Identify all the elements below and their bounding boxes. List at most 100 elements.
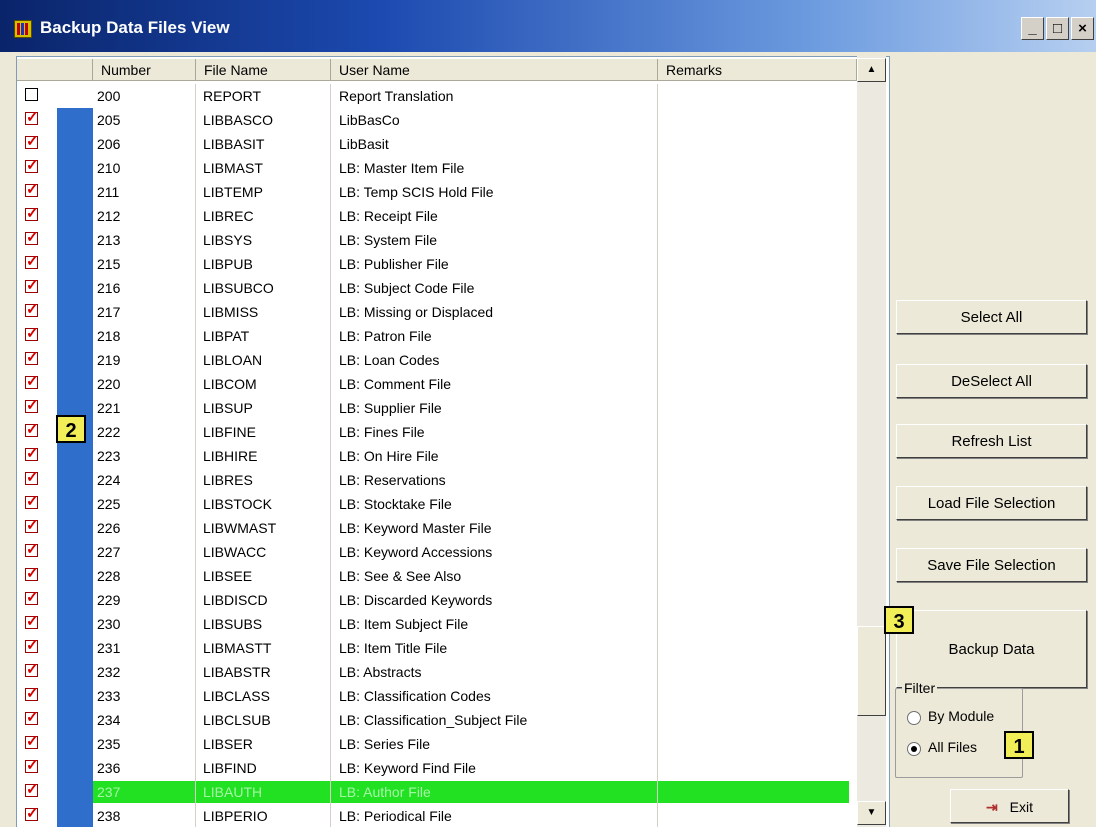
table-row[interactable]: 200 REPORT Report Translation — [17, 84, 857, 108]
file-list[interactable]: Number File Name User Name Remarks 200 RE… — [16, 56, 890, 827]
cell-file-name: LIBAUTH — [203, 784, 263, 800]
scroll-up-icon[interactable]: ▲ — [857, 58, 886, 82]
refresh-list-button[interactable]: Refresh List — [896, 424, 1087, 458]
table-row[interactable]: 210 LIBMAST LB: Master Item File — [17, 156, 857, 180]
cell-user-name: LB: Item Subject File — [339, 616, 469, 632]
row-checkbox[interactable] — [25, 732, 39, 750]
column-header-check[interactable] — [17, 59, 93, 81]
cell-remarks — [665, 756, 855, 780]
by-module-label[interactable]: By Module — [928, 708, 994, 724]
row-checkbox[interactable] — [25, 684, 39, 702]
table-row[interactable]: 225 LIBSTOCK LB: Stocktake File — [17, 492, 857, 516]
table-row[interactable]: 237 LIBAUTH LB: Author File — [17, 780, 857, 804]
row-checkbox[interactable] — [25, 756, 39, 774]
table-row[interactable]: 235 LIBSER LB: Series File — [17, 732, 857, 756]
load-file-selection-button[interactable]: Load File Selection — [896, 486, 1087, 520]
row-checkbox[interactable] — [25, 348, 39, 366]
table-row[interactable]: 232 LIBABSTR LB: Abstracts — [17, 660, 857, 684]
table-row[interactable]: 219 LIBLOAN LB: Loan Codes — [17, 348, 857, 372]
cell-remarks — [665, 636, 855, 660]
row-checkbox[interactable] — [25, 88, 38, 101]
table-row[interactable]: 226 LIBWMAST LB: Keyword Master File — [17, 516, 857, 540]
row-checkbox[interactable] — [25, 180, 39, 198]
table-row[interactable]: 238 LIBPERIO LB: Periodical File — [17, 804, 857, 827]
row-checkbox[interactable] — [25, 372, 39, 390]
table-row[interactable]: 228 LIBSEE LB: See & See Also — [17, 564, 857, 588]
select-all-button[interactable]: Select All — [896, 300, 1087, 334]
row-checkbox[interactable] — [25, 564, 39, 582]
column-header-remarks[interactable]: Remarks — [658, 59, 857, 81]
grid-line — [195, 612, 196, 636]
row-checkbox[interactable] — [25, 612, 39, 630]
row-checkbox[interactable] — [25, 588, 39, 606]
table-row[interactable]: 216 LIBSUBCO LB: Subject Code File — [17, 276, 857, 300]
row-checkbox[interactable] — [25, 108, 39, 126]
row-checkbox[interactable] — [25, 156, 39, 174]
row-checkbox[interactable] — [25, 636, 39, 654]
table-row[interactable]: 220 LIBCOM LB: Comment File — [17, 372, 857, 396]
row-checkbox[interactable] — [25, 780, 39, 798]
row-checkbox[interactable] — [25, 540, 39, 558]
row-checkbox[interactable] — [25, 804, 39, 822]
row-checkbox[interactable] — [25, 276, 39, 294]
scroll-thumb[interactable] — [857, 626, 886, 716]
row-checkbox[interactable] — [25, 252, 39, 270]
row-checkbox[interactable] — [25, 396, 39, 414]
table-row[interactable]: 230 LIBSUBS LB: Item Subject File — [17, 612, 857, 636]
row-color-block — [57, 156, 93, 180]
table-row[interactable]: 218 LIBPAT LB: Patron File — [17, 324, 857, 348]
row-checkbox[interactable] — [25, 204, 39, 222]
column-header-user-name[interactable]: User Name — [331, 59, 658, 81]
close-button[interactable]: × — [1071, 17, 1094, 40]
exit-button[interactable]: ⇥ Exit — [950, 789, 1069, 823]
cell-file-name: LIBFINE — [203, 424, 256, 440]
all-files-radio[interactable] — [907, 742, 921, 756]
table-row[interactable]: 224 LIBRES LB: Reservations — [17, 468, 857, 492]
save-file-selection-button[interactable]: Save File Selection — [896, 548, 1087, 582]
scroll-down-icon[interactable]: ▼ — [857, 801, 886, 825]
row-checkbox[interactable] — [25, 708, 39, 726]
column-header-file-name[interactable]: File Name — [196, 59, 331, 81]
by-module-radio[interactable] — [907, 711, 921, 725]
maximize-button[interactable]: □ — [1046, 17, 1069, 40]
row-checkbox[interactable] — [25, 228, 39, 246]
minimize-button[interactable]: _ — [1021, 17, 1044, 40]
backup-data-button[interactable]: Backup Data — [896, 610, 1087, 688]
callout-badge-1: 1 — [1004, 731, 1034, 759]
table-row[interactable]: 211 LIBTEMP LB: Temp SCIS Hold File — [17, 180, 857, 204]
row-checkbox[interactable] — [25, 492, 39, 510]
row-checkbox[interactable] — [25, 468, 39, 486]
table-row[interactable]: 227 LIBWACC LB: Keyword Accessions — [17, 540, 857, 564]
table-row[interactable]: 212 LIBREC LB: Receipt File — [17, 204, 857, 228]
grid-line — [195, 108, 196, 132]
row-checkbox[interactable] — [25, 516, 39, 534]
row-checkbox[interactable] — [25, 324, 39, 342]
table-row[interactable]: 229 LIBDISCD LB: Discarded Keywords — [17, 588, 857, 612]
row-checkbox[interactable] — [25, 660, 39, 678]
row-checkbox[interactable] — [25, 444, 39, 462]
cell-remarks — [665, 732, 855, 756]
all-files-label[interactable]: All Files — [928, 739, 977, 755]
table-row[interactable]: 223 LIBHIRE LB: On Hire File — [17, 444, 857, 468]
vertical-scrollbar[interactable]: ▲ ▼ — [857, 56, 886, 827]
grid-line — [657, 540, 658, 564]
table-row[interactable]: 234 LIBCLSUB LB: Classification_Subject Fi… — [17, 708, 857, 732]
row-checkbox[interactable] — [25, 420, 39, 438]
deselect-all-button[interactable]: DeSelect All — [896, 364, 1087, 398]
cell-remarks — [665, 588, 855, 612]
table-row[interactable]: 217 LIBMISS LB: Missing or Displaced — [17, 300, 857, 324]
grid-line — [657, 276, 658, 300]
table-row[interactable]: 233 LIBCLASS LB: Classification Codes — [17, 684, 857, 708]
table-row[interactable]: 205 LIBBASCO LibBasCo — [17, 108, 857, 132]
column-header-number[interactable]: Number — [93, 59, 196, 81]
table-row[interactable]: 213 LIBSYS LB: System File — [17, 228, 857, 252]
row-checkbox[interactable] — [25, 132, 39, 150]
table-row[interactable]: 206 LIBBASIT LibBasit — [17, 132, 857, 156]
table-row[interactable]: 231 LIBMASTT LB: Item Title File — [17, 636, 857, 660]
table-row[interactable]: 215 LIBPUB LB: Publisher File — [17, 252, 857, 276]
row-checkbox[interactable] — [25, 300, 39, 318]
table-row[interactable]: 221 LIBSUP LB: Supplier File — [17, 396, 857, 420]
table-row[interactable]: 222 LIBFINE LB: Fines File — [17, 420, 857, 444]
title-bar[interactable]: Backup Data Files View _ □ × — [0, 0, 1096, 52]
table-row[interactable]: 236 LIBFIND LB: Keyword Find File — [17, 756, 857, 780]
